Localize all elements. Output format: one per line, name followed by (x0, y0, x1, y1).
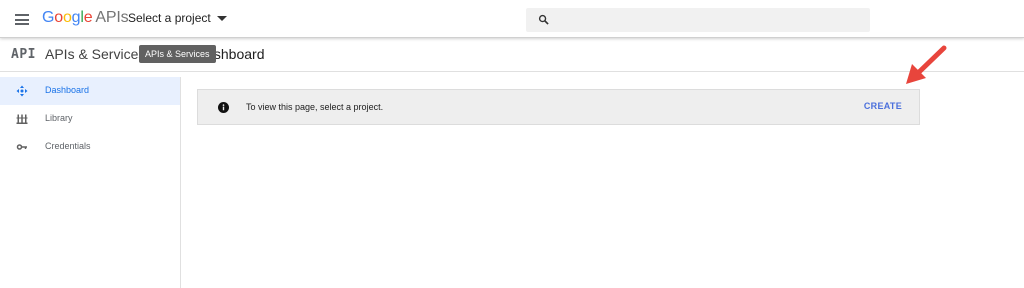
sidebar-nav: Dashboard Library Credentials (0, 77, 181, 288)
sidebar-item-label: Credentials (45, 141, 91, 151)
project-selector[interactable]: Select a project (128, 11, 227, 25)
create-button[interactable]: CREATE (864, 101, 902, 111)
menu-icon[interactable] (15, 14, 29, 25)
library-icon (16, 114, 28, 124)
banner-message: To view this page, select a project. (246, 102, 384, 112)
top-app-bar: Google APIs Select a project (0, 0, 1024, 38)
sidebar-item-library[interactable]: Library (0, 105, 180, 133)
api-logo-icon: API (11, 47, 36, 62)
sidebar-item-label: Library (45, 113, 73, 123)
product-name: APIs (95, 9, 129, 26)
info-banner: To view this page, select a project. CRE… (197, 89, 920, 125)
google-apis-logo[interactable]: Google APIs (42, 9, 129, 27)
google-wordmark: Google (42, 9, 93, 26)
sidebar-item-label: Dashboard (45, 85, 90, 95)
key-icon (16, 144, 27, 150)
sidebar-item-dashboard[interactable]: Dashboard (0, 77, 180, 105)
search-input[interactable] (556, 8, 856, 32)
dashboard-icon (16, 85, 28, 97)
tooltip: APIs & Services (139, 45, 216, 63)
section-title[interactable]: APIs & Services (45, 46, 145, 62)
caret-down-icon (216, 16, 227, 22)
annotation-arrow-icon (906, 45, 947, 84)
project-selector-label: Select a project (128, 11, 211, 25)
info-icon (218, 102, 229, 113)
sidebar-item-credentials[interactable]: Credentials (0, 133, 180, 161)
search-icon (538, 14, 549, 25)
search-bar[interactable] (526, 8, 870, 32)
